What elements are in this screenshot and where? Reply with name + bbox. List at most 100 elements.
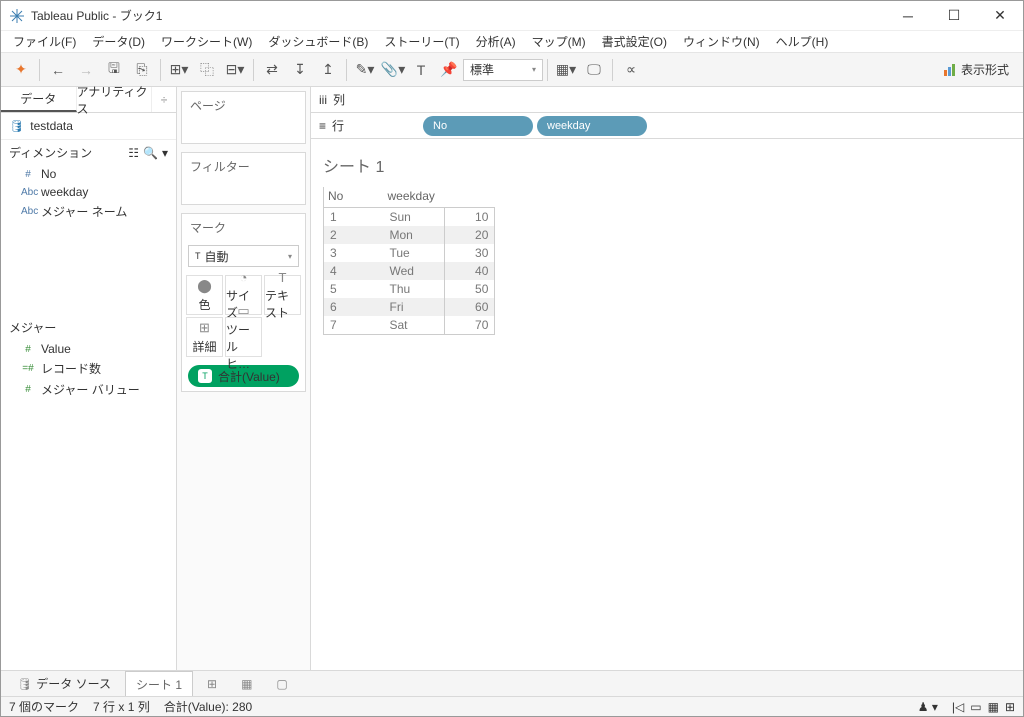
tab-analytics[interactable]: アナリティクス (77, 87, 153, 112)
table-row[interactable]: 2Mon20 (324, 226, 495, 244)
view-icon[interactable]: ☷ (128, 146, 139, 160)
mark-detail[interactable]: ⊞詳細 (186, 317, 223, 357)
highlight-button[interactable]: ✎▾ (351, 56, 379, 84)
field-no[interactable]: #No (1, 165, 176, 183)
pill-weekday[interactable]: weekday (537, 116, 647, 136)
swap-button[interactable]: ⇄ (258, 56, 286, 84)
pin-button[interactable]: 📌 (435, 56, 463, 84)
pane-menu-icon[interactable]: ÷ (152, 87, 176, 112)
tab-sheet1[interactable]: シート 1 (125, 671, 193, 697)
mark-color[interactable]: ⬤色 (186, 275, 223, 315)
close-button[interactable]: ✕ (977, 1, 1023, 30)
mark-tooltip[interactable]: ▭ツールヒ… (225, 317, 262, 357)
labels-button[interactable]: T (407, 56, 435, 84)
table-row[interactable]: 5Thu50 (324, 280, 495, 298)
maximize-button[interactable]: ☐ (931, 1, 977, 30)
marks-type-dropdown[interactable]: T自動 (188, 245, 299, 267)
sheet-title[interactable]: シート 1 (323, 153, 1011, 177)
col-weekday[interactable]: weekday (384, 187, 445, 208)
data-pane: データ アナリティクス ÷ 🛢 testdata ディメンション ☷🔍▾ #No… (1, 87, 177, 670)
status-dims: 7 行 x 1 列 (93, 698, 150, 715)
result-table: No weekday 1Sun102Mon203Tue304Wed405Thu5… (323, 187, 495, 335)
size-icon: ◔ (240, 270, 248, 285)
menu-dashboard[interactable]: ダッシュボード(B) (262, 31, 374, 52)
datasource-item[interactable]: 🛢 testdata (1, 113, 176, 140)
show-me-icon (943, 63, 957, 77)
new-datasource-button[interactable]: ⎘ (128, 56, 156, 84)
field-value[interactable]: #Value (1, 340, 176, 358)
sort-desc-button[interactable]: ↥ (314, 56, 342, 84)
table-row[interactable]: 1Sun10 (324, 208, 495, 227)
new-worksheet-button[interactable]: ⊞ (197, 673, 227, 695)
search-icon[interactable]: 🔍 (143, 146, 158, 160)
new-story-button[interactable]: ▢ (266, 673, 297, 695)
titlebar: Tableau Public - ブック1 ─ ☐ ✕ (1, 1, 1023, 31)
status-marks: 7 個のマーク (9, 698, 79, 715)
tab-data[interactable]: データ (1, 87, 77, 112)
filters-card[interactable]: フィルター (181, 152, 306, 205)
menu-file[interactable]: ファイル(F) (7, 31, 82, 52)
new-dashboard-button[interactable]: ▦ (231, 673, 262, 695)
user-icon[interactable]: ♟ ▾ (918, 700, 938, 714)
new-story-icon: ▢ (276, 677, 287, 691)
undo-button[interactable]: ← (44, 56, 72, 84)
dash-button[interactable]: ▦▾ (552, 56, 580, 84)
share-button[interactable]: ∝ (617, 56, 645, 84)
table-row[interactable]: 3Tue30 (324, 244, 495, 262)
tableau-icon[interactable]: ✦ (7, 56, 35, 84)
sheet-tabs: 🛢データ ソース シート 1 ⊞ ▦ ▢ (1, 670, 1023, 696)
pages-card[interactable]: ページ (181, 91, 306, 144)
new-dashboard-icon: ▦ (241, 677, 252, 691)
menu-data[interactable]: データ(D) (86, 31, 151, 52)
tooltip-icon: ▭ (237, 303, 249, 319)
field-measure-names[interactable]: Abcメジャー ネーム (1, 201, 176, 222)
toolbar: ✦ ← → 🖫 ⎘ ⊞▾ ⿻ ⊟▾ ⇄ ↧ ↥ ✎▾ 📎▾ T 📌 標準 ▦▾ … (1, 53, 1023, 87)
table-row[interactable]: 6Fri60 (324, 298, 495, 316)
menu-map[interactable]: マップ(M) (526, 31, 592, 52)
new-sheet-icon: ⊞ (207, 677, 217, 691)
table-row[interactable]: 7Sat70 (324, 316, 495, 335)
col-no[interactable]: No (324, 187, 384, 208)
columns-icon: iii (319, 93, 327, 107)
database-icon: 🛢 (9, 119, 24, 133)
menu-window[interactable]: ウィンドウ(N) (677, 31, 766, 52)
mark-text[interactable]: Tテキスト (264, 275, 301, 315)
field-record-count[interactable]: =#レコード数 (1, 358, 176, 379)
pill-no[interactable]: No (423, 116, 533, 136)
save-button[interactable]: 🖫 (100, 56, 128, 84)
duplicate-button[interactable]: ⿻ (193, 56, 221, 84)
cards-column: ページ フィルター マーク T自動 ⬤色 ◔サイズ Tテキスト ⊞詳細 ▭ツール… (177, 87, 311, 670)
tab-datasource[interactable]: 🛢データ ソース (7, 671, 121, 696)
field-measure-values[interactable]: #メジャー バリュー (1, 379, 176, 400)
show-me-button[interactable]: 表示形式 (935, 61, 1017, 78)
minimize-button[interactable]: ─ (885, 1, 931, 30)
menu-help[interactable]: ヘルプ(H) (770, 31, 835, 52)
rows-shelf[interactable]: ≡行 No weekday (311, 113, 1023, 139)
menu-story[interactable]: ストーリー(T) (378, 31, 465, 52)
text-icon: T (279, 270, 287, 285)
worksheet-area: iii列 ≡行 No weekday シート 1 No weekday 1Sun… (311, 87, 1023, 670)
fit-dropdown[interactable]: 標準 (463, 59, 543, 81)
table-row[interactable]: 4Wed40 (324, 262, 495, 280)
tableau-logo-icon (9, 8, 25, 24)
menu-worksheet[interactable]: ワークシート(W) (155, 31, 258, 52)
menu-format[interactable]: 書式設定(O) (596, 31, 673, 52)
color-icon: ⬤ (197, 278, 212, 294)
group-button[interactable]: 📎▾ (379, 56, 407, 84)
pill-sum-value[interactable]: T合計(Value) (188, 365, 299, 387)
present-button[interactable]: 🖵 (580, 56, 608, 84)
redo-button[interactable]: → (72, 56, 100, 84)
status-sum: 合計(Value): 280 (164, 698, 252, 715)
view-mode-icons[interactable]: |◁▭▦⊞ (952, 700, 1015, 714)
clear-button[interactable]: ⊟▾ (221, 56, 249, 84)
columns-shelf[interactable]: iii列 (311, 87, 1023, 113)
menubar: ファイル(F) データ(D) ワークシート(W) ダッシュボード(B) ストーリ… (1, 31, 1023, 53)
measures-header: メジャー (1, 315, 176, 340)
sort-asc-button[interactable]: ↧ (286, 56, 314, 84)
status-bar: 7 個のマーク 7 行 x 1 列 合計(Value): 280 ♟ ▾ |◁▭… (1, 696, 1023, 716)
field-weekday[interactable]: Abcweekday (1, 183, 176, 201)
menu-analysis[interactable]: 分析(A) (470, 31, 522, 52)
col-value[interactable] (445, 187, 495, 208)
new-sheet-button[interactable]: ⊞▾ (165, 56, 193, 84)
dimensions-header: ディメンション ☷🔍▾ (1, 140, 176, 165)
